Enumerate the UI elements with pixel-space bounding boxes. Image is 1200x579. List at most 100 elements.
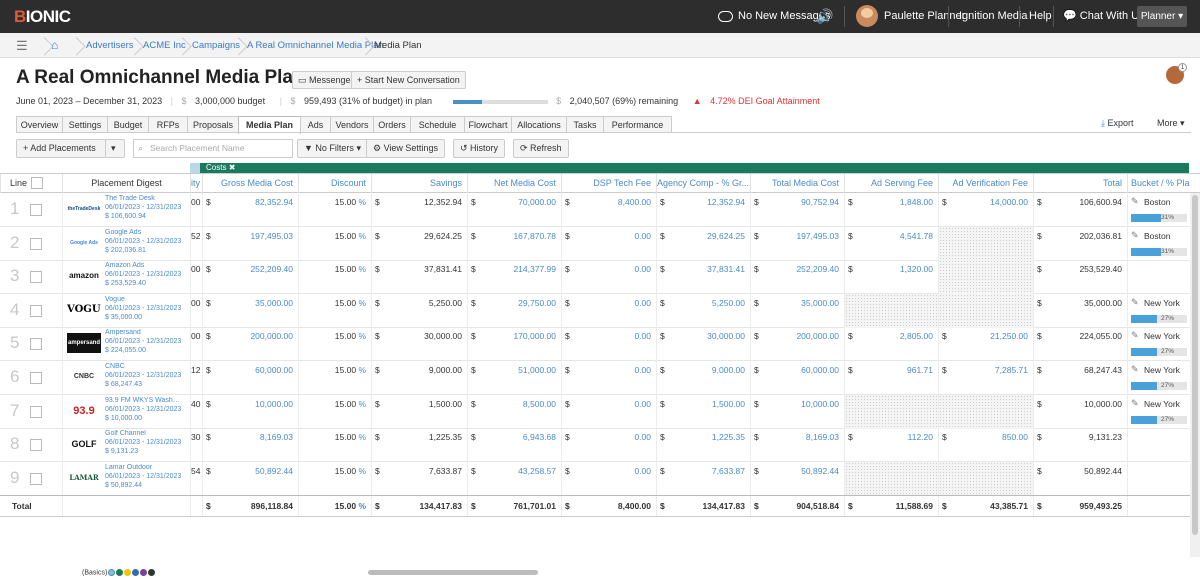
cell-net[interactable]: $170,000.00 — [467, 327, 561, 362]
chat-with-us-link[interactable]: 💬 Chat With Us — [1063, 0, 1145, 33]
cell-dsp[interactable]: $0.00 — [561, 293, 656, 328]
cell-discount[interactable]: 15.00 % — [298, 193, 371, 227]
home-icon[interactable]: ⌂ — [51, 33, 58, 58]
export-button[interactable]: ⤓ Export — [1101, 118, 1134, 129]
cell-discount[interactable]: 15.00 % — [298, 260, 371, 295]
placement-name[interactable]: Golf Channel — [105, 430, 181, 437]
placement-name[interactable]: Lamar Outdoor — [105, 464, 181, 471]
cell-total-media[interactable]: $60,000.00 — [750, 361, 844, 395]
placement-name[interactable]: Vogue — [105, 296, 181, 303]
cell-net[interactable]: $29,750.00 — [467, 293, 561, 328]
more-dropdown[interactable]: More ▾ — [1157, 118, 1185, 129]
cell-dsp[interactable]: $0.00 — [561, 226, 656, 261]
table-row[interactable]: 5 ampersand Ampersand 06/01/2023 - 12/31/20… — [0, 327, 1190, 362]
tab-vendors[interactable]: Vendors — [330, 116, 374, 133]
cell-agency[interactable]: $37,831.41 — [656, 260, 750, 295]
cell-agency[interactable]: $30,000.00 — [656, 327, 750, 362]
role-dropdown[interactable]: Planner ▾ — [1137, 6, 1187, 27]
column-header-total-media[interactable]: Total Media Cost — [750, 174, 844, 193]
cell-ad-serving[interactable]: $112.20 — [844, 428, 938, 463]
cell-dsp[interactable]: $0.00 — [561, 394, 656, 429]
cell-total-media[interactable]: $252,209.40 — [750, 260, 844, 295]
theme-swatch[interactable] — [132, 569, 140, 576]
column-header-ad-verification[interactable]: Ad Verification Fee — [938, 174, 1033, 193]
tab-overview[interactable]: Overview — [16, 116, 63, 133]
cell-dsp[interactable]: $0.00 — [561, 260, 656, 295]
cell-dsp[interactable]: $0.00 — [561, 327, 656, 362]
table-row[interactable]: 9 LAMAR Lamar Outdoor 06/01/2023 - 12/31/20… — [0, 461, 1190, 496]
placement-search-input[interactable]: ⌕ Search Placement Name — [133, 139, 293, 158]
cell-agency[interactable]: $7,633.87 — [656, 461, 750, 496]
cell-agency[interactable]: $12,352.94 — [656, 193, 750, 227]
table-row[interactable]: 8 GOLF Golf Channel 06/01/2023 - 12/31/2023… — [0, 428, 1190, 463]
cell-gross[interactable]: $60,000.00 — [202, 361, 298, 395]
pencil-icon[interactable]: ✎ — [1131, 364, 1139, 375]
tab-flowchart[interactable]: Flowchart — [464, 116, 512, 133]
cell-dsp[interactable]: $8,400.00 — [561, 193, 656, 227]
cell-gross[interactable]: $8,169.03 — [202, 428, 298, 463]
history-button[interactable]: ↺ History — [453, 139, 506, 158]
column-header-gross[interactable]: Gross Media Cost — [202, 174, 298, 193]
new-conversation-button[interactable]: + Start New Conversation — [351, 71, 466, 89]
row-checkbox[interactable] — [30, 304, 42, 317]
column-header-ad-serving[interactable]: Ad Serving Fee — [844, 174, 938, 193]
vertical-scroll-thumb[interactable] — [1192, 195, 1198, 535]
theme-swatch[interactable] — [148, 569, 156, 576]
filters-dropdown[interactable]: ▼ No Filters ▾ — [297, 139, 368, 158]
cell-discount[interactable]: 15.00 % — [298, 394, 371, 429]
bionic-logo[interactable]: BIONIC — [14, 7, 71, 27]
dei-warning[interactable]: ▲ 4.72% DEI Goal Attainment — [693, 96, 826, 106]
tab-performance[interactable]: Performance — [603, 116, 672, 133]
row-checkbox[interactable] — [30, 405, 42, 418]
table-row[interactable]: 7 93.9 93.9 FM WKYS Washin... 06/01/2023 - … — [0, 394, 1190, 429]
cell-discount[interactable]: 15.00 % — [298, 327, 371, 362]
cell-total-media[interactable]: $90,752.94 — [750, 193, 844, 227]
table-row[interactable]: 4VOGUEVogue06/01/2023 - 12/31/2023$ 35,0… — [0, 293, 1190, 328]
tab-orders[interactable]: Orders — [373, 116, 411, 133]
cell-gross[interactable]: $50,892.44 — [202, 461, 298, 496]
cell-net[interactable]: $214,377.99 — [467, 260, 561, 295]
placement-name[interactable]: The Trade Desk — [105, 195, 181, 202]
cell-dsp[interactable]: $0.00 — [561, 428, 656, 463]
vertical-scrollbar[interactable] — [1190, 193, 1200, 557]
pencil-icon[interactable]: ✎ — [1131, 230, 1139, 241]
placement-name[interactable]: CNBC — [105, 363, 181, 370]
costs-column-group[interactable]: Costs ✖ — [200, 163, 1189, 173]
cell-discount[interactable]: 15.00 % — [298, 428, 371, 463]
cell-gross[interactable]: $252,209.40 — [202, 260, 298, 295]
column-header-digest[interactable]: Placement Digest — [62, 174, 190, 193]
row-checkbox[interactable] — [30, 439, 42, 452]
tab-proposals[interactable]: Proposals — [187, 116, 239, 133]
cell-ad-serving[interactable]: $2,805.00 — [844, 327, 938, 362]
cell-net[interactable]: $43,258.57 — [467, 461, 561, 496]
cell-discount[interactable]: 15.00 % — [298, 461, 371, 496]
column-header-dsp[interactable]: DSP Tech Fee — [561, 174, 656, 193]
cell-discount[interactable]: 15.00 % — [298, 361, 371, 395]
tab-budget[interactable]: Budget — [107, 116, 149, 133]
tab-allocations[interactable]: Allocations — [511, 116, 567, 133]
row-checkbox[interactable] — [30, 237, 42, 250]
column-header-bucket[interactable]: Bucket / % Pla — [1127, 174, 1190, 193]
placement-name[interactable]: Amazon Ads — [105, 262, 181, 269]
cell-net[interactable]: $167,870.78 — [467, 226, 561, 261]
cell-agency[interactable]: $1,500.00 — [656, 394, 750, 429]
cell-net[interactable]: $70,000.00 — [467, 193, 561, 227]
refresh-button[interactable]: ⟳ Refresh — [513, 139, 569, 158]
add-placements-caret[interactable]: ▾ — [105, 139, 125, 158]
cell-net[interactable]: $6,943.68 — [467, 428, 561, 463]
placement-name[interactable]: 93.9 FM WKYS Washin... — [105, 397, 181, 404]
cell-agency[interactable]: $5,250.00 — [656, 293, 750, 328]
cell-total-media[interactable]: $8,169.03 — [750, 428, 844, 463]
cell-total-media[interactable]: $35,000.00 — [750, 293, 844, 328]
cell-total-media[interactable]: $200,000.00 — [750, 327, 844, 362]
help-link[interactable]: Help — [1029, 0, 1052, 33]
sound-icon[interactable]: 🔊 — [816, 0, 833, 33]
table-row[interactable]: 2 Google Ads Google Ads 06/01/2023 - 12/31/… — [0, 226, 1190, 261]
column-header-agency[interactable]: Agency Comp - % Gr... — [656, 174, 750, 193]
cell-gross[interactable]: $197,495.03 — [202, 226, 298, 261]
select-all-checkbox[interactable] — [31, 177, 43, 189]
cell-net[interactable]: $8,500.00 — [467, 394, 561, 429]
row-checkbox[interactable] — [30, 271, 42, 284]
row-checkbox[interactable] — [30, 204, 42, 216]
close-icon[interactable]: ✖ — [229, 163, 236, 172]
